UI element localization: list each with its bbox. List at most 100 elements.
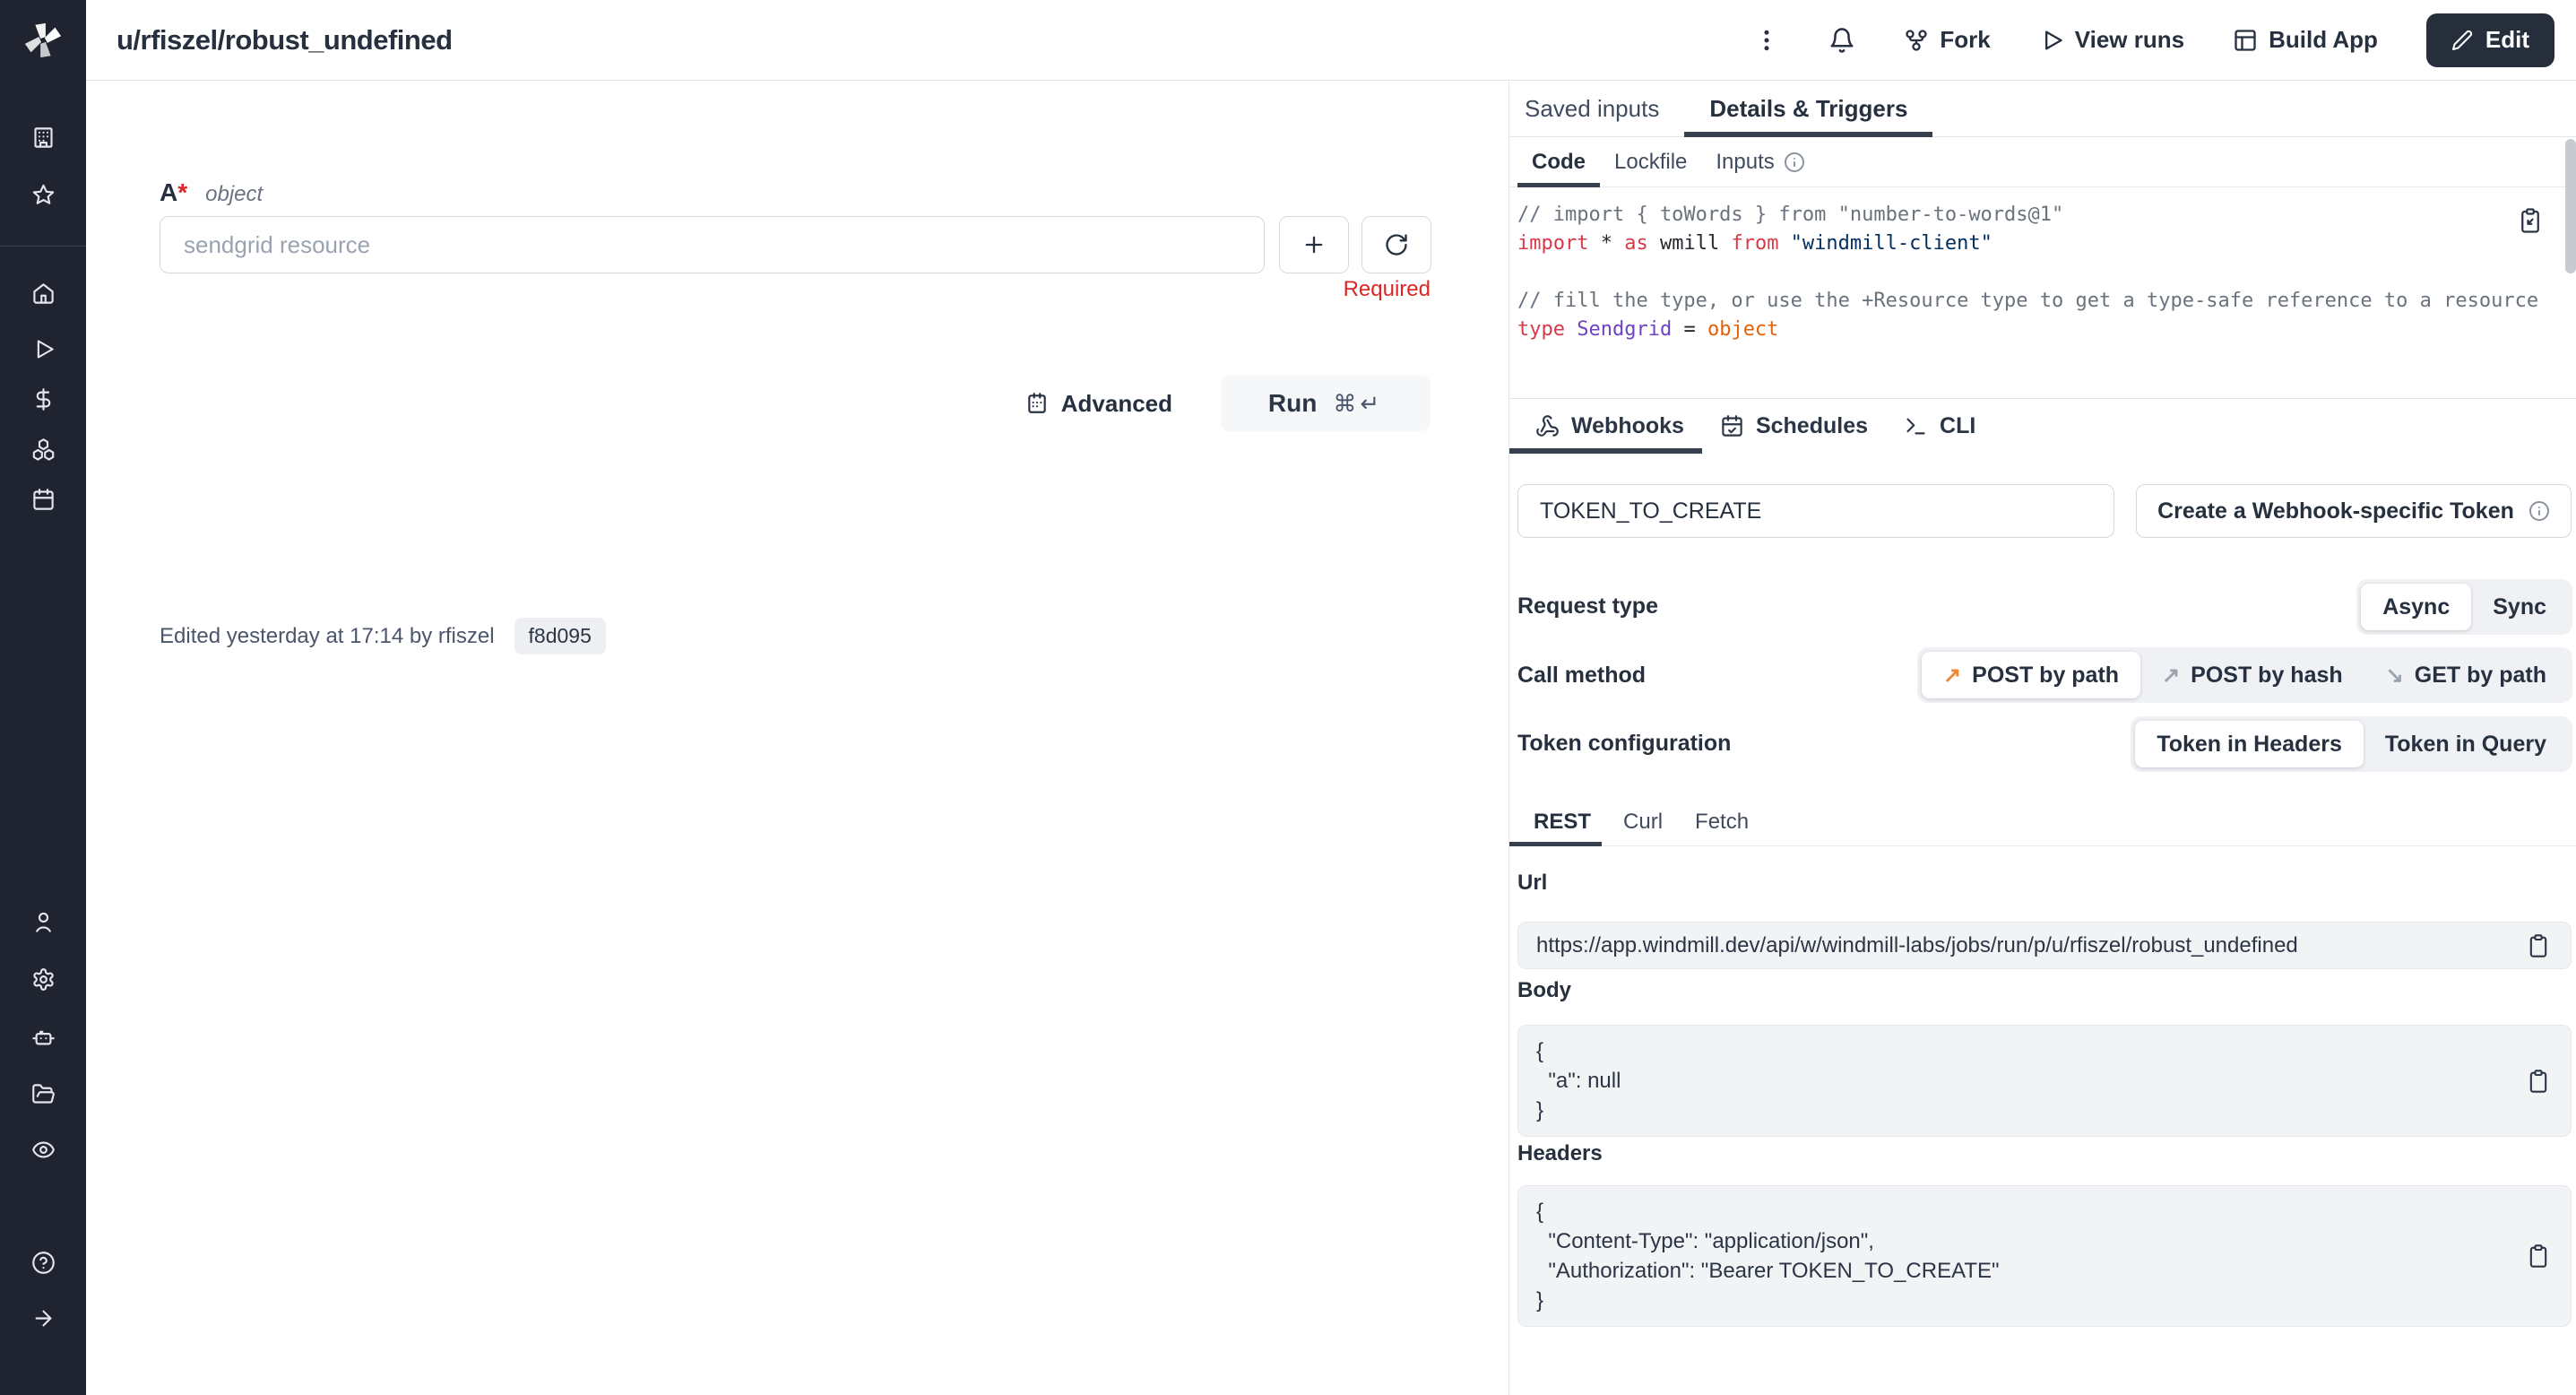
- code-viewer[interactable]: // import { toWords } from "number-to-wo…: [1517, 201, 2548, 344]
- cli-label: CLI: [1940, 413, 1975, 439]
- sidebar: [0, 0, 86, 1395]
- gear-icon: [31, 967, 56, 992]
- option-post-by-path[interactable]: ↗ POST by path: [1922, 652, 2140, 698]
- form-actions: Advanced Run ⌘↵: [160, 376, 1431, 431]
- sidebar-item-folders[interactable]: [25, 1076, 61, 1112]
- webhooks-label: Webhooks: [1571, 413, 1684, 439]
- tab-webhooks[interactable]: Webhooks: [1517, 399, 1702, 454]
- more-options-button[interactable]: [1753, 27, 1780, 54]
- layout-icon: [2233, 28, 2258, 53]
- help-circle-icon: [31, 1251, 56, 1275]
- tab-code[interactable]: Code: [1517, 137, 1600, 186]
- request-type-row: Request type Async Sync: [1517, 579, 2572, 637]
- plus-icon: [1301, 232, 1327, 257]
- option-async[interactable]: Async: [2361, 584, 2471, 630]
- post-by-path-label: POST by path: [1972, 663, 2119, 689]
- resource-input[interactable]: [160, 216, 1265, 273]
- token-input[interactable]: [1517, 484, 2114, 538]
- request-type-toggle: Async Sync: [2356, 579, 2572, 635]
- field-label-row: A* object: [160, 178, 263, 207]
- advanced-button[interactable]: Advanced: [1025, 390, 1172, 418]
- details-panel: Saved inputs Details & Triggers Code Loc…: [1508, 82, 2576, 1395]
- get-by-path-label: GET by path: [2415, 663, 2546, 689]
- sidebar-item-workers[interactable]: [25, 1018, 61, 1054]
- edit-button[interactable]: Edit: [2426, 13, 2554, 67]
- schedules-label: Schedules: [1756, 413, 1868, 439]
- option-token-in-query[interactable]: Token in Query: [2364, 721, 2568, 767]
- copy-code-button[interactable]: [2517, 207, 2544, 234]
- copy-url-button[interactable]: [2526, 933, 2551, 958]
- option-post-by-hash[interactable]: ↗ POST by hash: [2140, 652, 2364, 698]
- option-sync[interactable]: Sync: [2471, 584, 2568, 630]
- fork-button[interactable]: Fork: [1904, 26, 1990, 54]
- tab-saved-inputs[interactable]: Saved inputs: [1525, 82, 1684, 136]
- sidebar-item-audit-logs[interactable]: [25, 1131, 61, 1167]
- advanced-label: Advanced: [1061, 390, 1172, 418]
- scrollbar-thumb[interactable]: [2565, 139, 2576, 273]
- page-title: u/rfiszel/robust_undefined: [117, 24, 453, 56]
- clipboard-icon: [2526, 933, 2551, 958]
- sidebar-item-settings[interactable]: [25, 961, 61, 997]
- code-tabs: Code Lockfile Inputs: [1509, 137, 2576, 187]
- tab-lockfile[interactable]: Lockfile: [1600, 137, 1701, 186]
- arrow-down-right-icon: ↘: [2386, 663, 2404, 689]
- sidebar-item-variables[interactable]: [25, 381, 61, 417]
- token-row: Create a Webhook-specific Token: [1517, 484, 2572, 538]
- edit-label: Edit: [2485, 26, 2529, 54]
- sidebar-item-favorites[interactable]: [25, 177, 61, 212]
- view-runs-button[interactable]: View runs: [2039, 26, 2184, 54]
- tab-details-triggers[interactable]: Details & Triggers: [1684, 82, 1932, 136]
- sidebar-divider: [0, 246, 86, 247]
- notifications-button[interactable]: [1828, 27, 1855, 54]
- option-get-by-path[interactable]: ↘ GET by path: [2364, 652, 2568, 698]
- code-content: // import { toWords } from "number-to-wo…: [1517, 201, 2548, 344]
- sidebar-item-schedules[interactable]: [25, 481, 61, 517]
- topbar: u/rfiszel/robust_undefined Fork View run…: [86, 0, 2576, 81]
- run-button[interactable]: Run ⌘↵: [1221, 376, 1431, 431]
- body-box: { "a": null }: [1517, 1025, 2572, 1137]
- sidebar-item-resources[interactable]: [25, 431, 61, 467]
- sidebar-item-runs[interactable]: [25, 331, 61, 367]
- version-badge[interactable]: f8d095: [514, 618, 606, 654]
- tab-rest[interactable]: REST: [1517, 799, 1607, 845]
- calendar-icon: [1025, 392, 1049, 415]
- sidebar-expand-button[interactable]: [25, 1300, 61, 1336]
- field-type: object: [205, 182, 263, 207]
- request-type-label: Request type: [1517, 594, 1658, 620]
- call-method-toggle: ↗ POST by path ↗ POST by hash ↘ GET by p…: [1917, 647, 2572, 703]
- pencil-icon: [2451, 30, 2473, 51]
- tab-curl[interactable]: Curl: [1607, 799, 1679, 845]
- kebab-menu-icon: [1753, 27, 1780, 54]
- refresh-button[interactable]: [1361, 216, 1431, 273]
- headers-box: { "Content-Type": "application/json", "A…: [1517, 1185, 2572, 1327]
- edited-row: Edited yesterday at 17:14 by rfiszel f8d…: [160, 618, 606, 654]
- tab-cli[interactable]: CLI: [1886, 399, 1993, 454]
- sidebar-item-help[interactable]: [25, 1244, 61, 1280]
- windmill-logo-icon[interactable]: [22, 20, 64, 61]
- option-token-in-headers[interactable]: Token in Headers: [2135, 721, 2364, 767]
- topbar-actions: Fork View runs Build App Edit: [1753, 13, 2554, 67]
- refresh-icon: [1384, 232, 1409, 257]
- copy-headers-button[interactable]: [2526, 1243, 2551, 1269]
- git-fork-icon: [1904, 28, 1929, 53]
- copy-body-button[interactable]: [2526, 1069, 2551, 1094]
- tab-schedules[interactable]: Schedules: [1702, 399, 1886, 454]
- sidebar-item-home[interactable]: [25, 275, 61, 311]
- create-webhook-token-button[interactable]: Create a Webhook-specific Token: [2136, 484, 2572, 538]
- sidebar-item-workspace[interactable]: [25, 119, 61, 155]
- clipboard-icon: [2526, 1069, 2551, 1094]
- home-icon: [31, 282, 56, 306]
- tab-fetch[interactable]: Fetch: [1679, 799, 1765, 845]
- tab-inputs[interactable]: Inputs: [1701, 137, 1819, 186]
- body-value: { "a": null }: [1536, 1036, 2490, 1125]
- add-resource-button[interactable]: [1279, 216, 1349, 273]
- trigger-tabs: Webhooks Schedules CLI: [1509, 398, 2576, 454]
- token-config-toggle: Token in Headers Token in Query: [2131, 716, 2572, 772]
- build-app-button[interactable]: Build App: [2233, 26, 2378, 54]
- sidebar-item-users[interactable]: [25, 904, 61, 940]
- rest-tabs: REST Curl Fetch: [1509, 799, 2576, 846]
- token-config-label: Token configuration: [1517, 731, 1731, 757]
- info-icon: [1784, 152, 1805, 173]
- token-config-row: Token configuration Token in Headers Tok…: [1517, 716, 2572, 772]
- arrow-right-icon: [31, 1306, 56, 1330]
